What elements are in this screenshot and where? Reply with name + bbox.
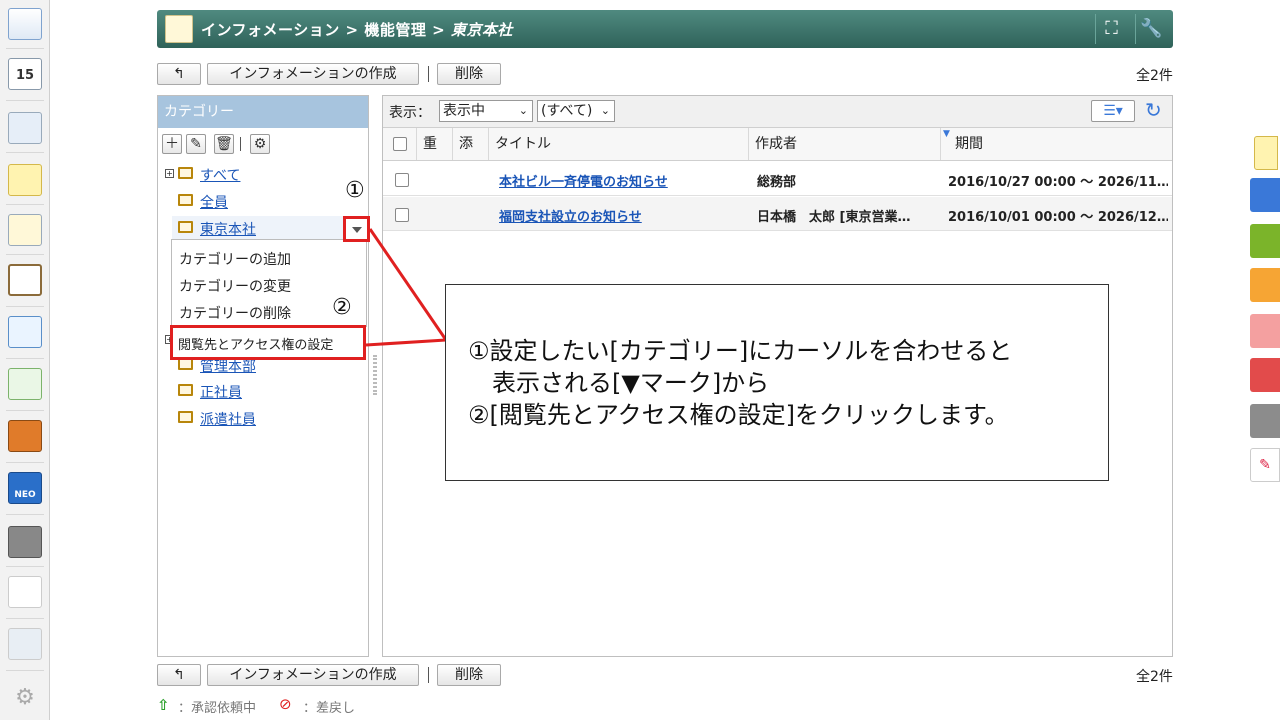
create-information-button-bottom[interactable]: インフォメーションの作成 [207,664,419,686]
connector-line-1 [368,228,448,341]
callout-line-1: ①設定したい[カテゴリー]にカーソルを合わせると [468,337,1013,365]
toolbar-divider [428,667,429,683]
status-rejected-label: ：差戻し [303,701,356,716]
callout-line-2: 表示される[▼マーク]から [492,369,770,397]
connector-line-2 [365,338,447,347]
reject-icon: ⊘ [279,695,292,713]
total-count-bottom: 全2件 [1136,669,1173,685]
status-pending-label: ：承認依頼中 [178,701,257,716]
back-button-bottom[interactable]: ↰ [157,664,201,686]
callout-line-3: ②[閲覧先とアクセス権の設定]をクリックします。 [468,401,1009,429]
delete-button-bottom[interactable]: 削除 [437,664,501,686]
upload-arrow-icon: ⇧ [157,696,170,714]
instruction-callout: ①設定したい[カテゴリー]にカーソルを合わせると 表示される[▼マーク]から ②… [445,284,1109,481]
